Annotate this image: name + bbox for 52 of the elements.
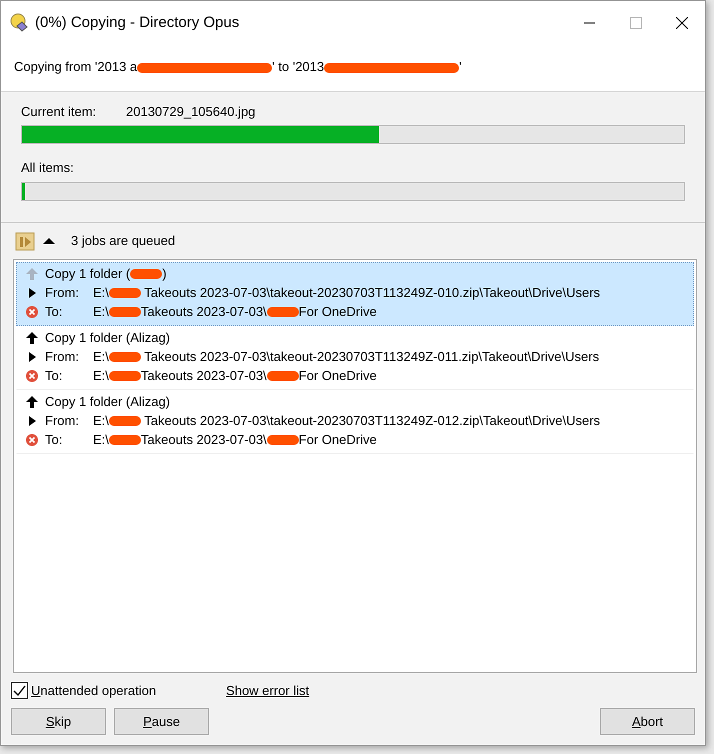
job-title: ) — [162, 265, 167, 284]
up-arrow-icon — [25, 267, 39, 281]
job-item[interactable]: Copy 1 folder (Alizag) From: E:\ Takeouts 2023-07-03\takeout-20230703T113249Z-012.zip\Takeout\Drive\Users To: E:\ Takeouts 2023-07-03\ For OneDrive — [16, 390, 694, 454]
job-title: Copy 1 folder (Alizag) — [45, 329, 170, 348]
error-icon — [25, 433, 39, 447]
error-icon — [25, 369, 39, 383]
path-label: From: — [45, 284, 80, 302]
header-text: ' — [459, 59, 462, 74]
job-item[interactable]: Copy 1 folder (Alizag) From: E:\ Takeouts 2023-07-03\takeout-20230703T113249Z-011.zip\Takeout\Drive\Users To: E:\ Takeouts 2023-07-03\ For OneDrive — [16, 326, 694, 390]
path-text: For OneDrive — [298, 367, 377, 386]
path-text: Takeouts 2023-07-03\takeout-20230703T113249Z-012.zip\Takeout\Drive\Users — [143, 412, 600, 430]
header-text: ' to '2013 — [272, 59, 324, 74]
path-text: E:\ — [93, 348, 109, 366]
path-text: Takeouts 2023-07-03\ — [140, 303, 267, 322]
progress-label: Current item: — [21, 102, 98, 120]
up-arrow-icon — [25, 395, 39, 409]
error-icon — [25, 305, 39, 319]
path-text: Takeouts 2023-07-03\takeout-20230703T113249Z-011.zip\Takeout\Drive\Users — [143, 348, 600, 366]
header-text: Copying from '2013 a — [14, 59, 138, 74]
queue-count: 3 jobs are queued — [71, 232, 176, 250]
job-title: Copy 1 folder ( — [45, 265, 130, 284]
path-label: From: — [45, 412, 80, 430]
path-label: To: — [45, 367, 64, 386]
action-button[interactable]: Pause — [114, 708, 209, 735]
path-text: E:\ — [93, 284, 109, 302]
window-title: (0%) Copying - Directory Opus — [35, 12, 240, 33]
path-text: E:\ — [93, 412, 109, 430]
job-item[interactable]: Copy 1 folder ( ) From: E:\ Takeouts 2023-07-03\takeout-20230703T113249Z-010.zip\Takeout\Drive\Users To: E:\ Takeouts 2023-07-03\ For OneDrive — [16, 262, 694, 326]
path-text: E:\ — [93, 303, 109, 322]
job-title: Copy 1 folder (Alizag) — [45, 393, 170, 412]
path-text: Takeouts 2023-07-03\ — [140, 431, 267, 450]
checkbox-label[interactable]: Unattended operation — [31, 680, 156, 700]
path-text: Takeouts 2023-07-03\ — [140, 367, 267, 386]
path-text: E:\ — [93, 367, 109, 386]
action-button[interactable]: Skip — [11, 708, 106, 735]
error-list-link[interactable]: Show error list — [226, 680, 310, 700]
path-label: From: — [45, 348, 80, 366]
path-text: E:\ — [93, 431, 109, 450]
queue-icon — [15, 230, 35, 250]
current-file-name: 20130729_105640.jpg — [126, 102, 256, 121]
path-text: For OneDrive — [298, 431, 377, 450]
path-label: To: — [45, 303, 64, 322]
up-arrow-icon — [25, 331, 39, 345]
path-text: Takeouts 2023-07-03\takeout-20230703T113249Z-010.zip\Takeout\Drive\Users — [143, 284, 600, 302]
path-text: For OneDrive — [298, 303, 377, 322]
checkbox[interactable] — [11, 682, 28, 699]
action-button[interactable]: Abort — [600, 708, 695, 735]
path-label: To: — [45, 431, 64, 450]
progress-label: All items: — [21, 159, 75, 177]
close-icon[interactable] — [676, 17, 688, 29]
app-icon — [9, 13, 29, 33]
collapse-triangle-icon[interactable] — [43, 236, 55, 244]
